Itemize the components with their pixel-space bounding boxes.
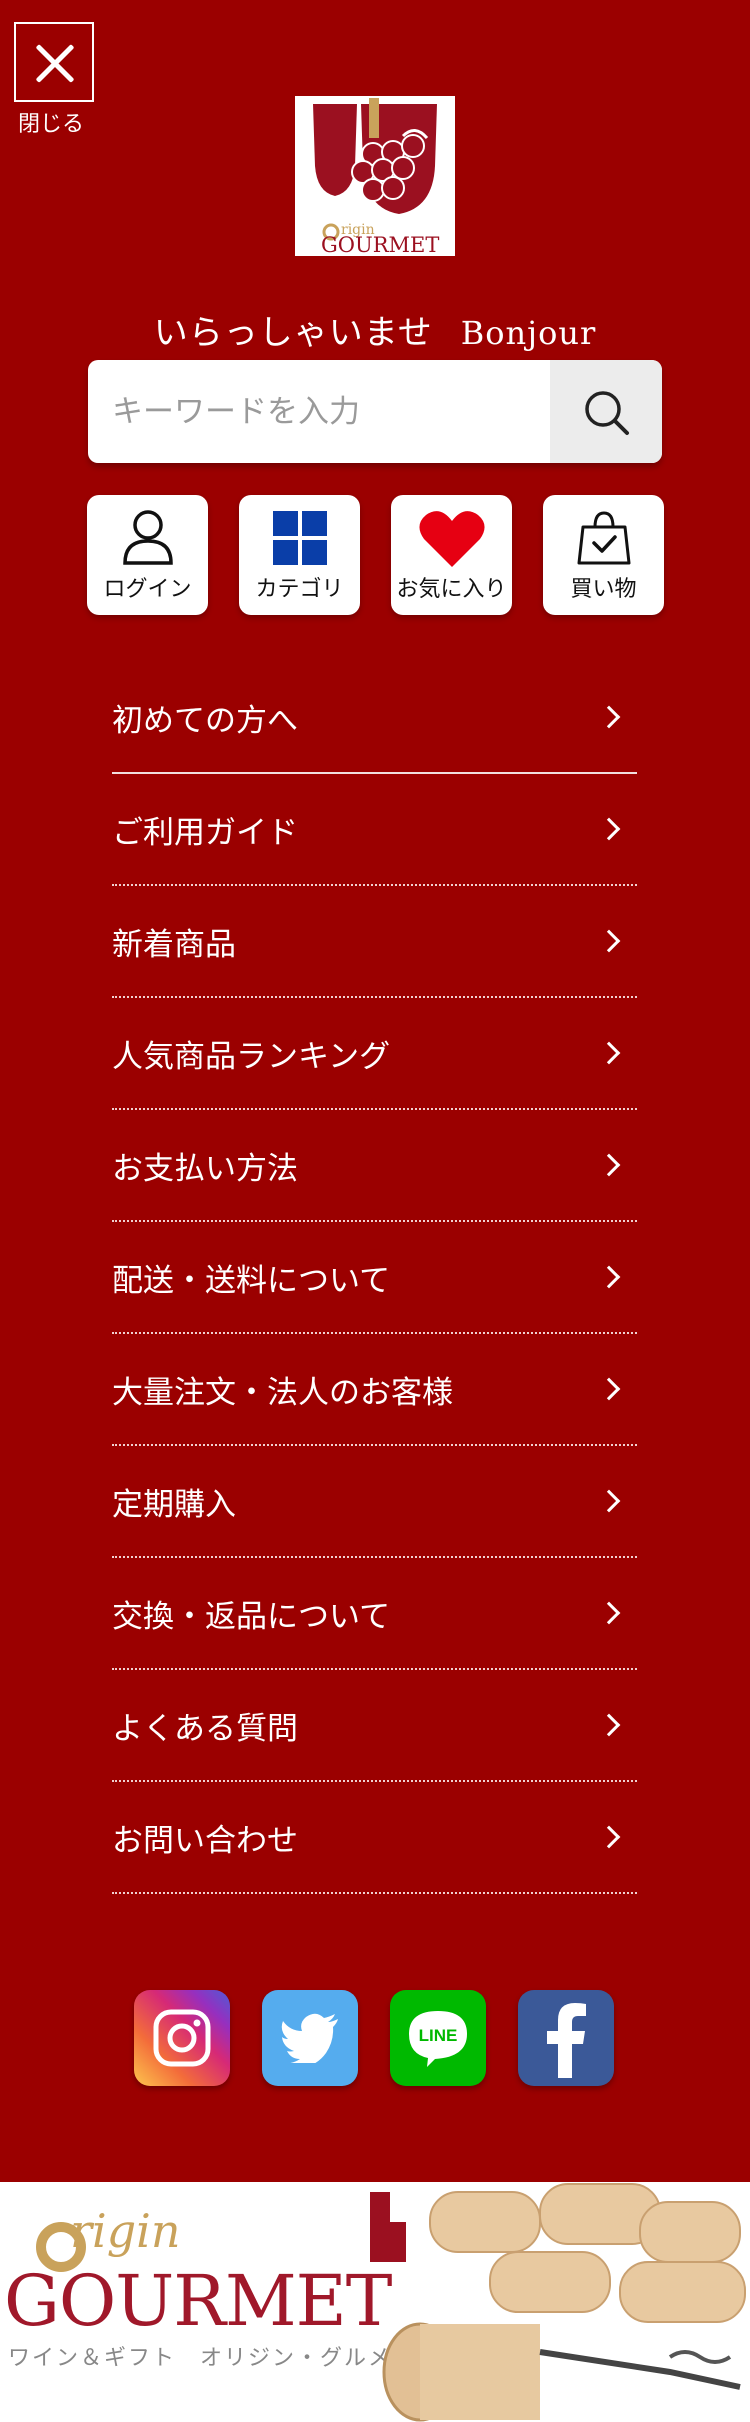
line-link[interactable]: LINE xyxy=(390,1990,486,2086)
menu-item-first-time[interactable]: 初めての方へ xyxy=(112,662,637,774)
menu-item-label: 配送・送料について xyxy=(112,1262,391,1299)
twitter-icon xyxy=(280,2013,338,2063)
menu-item-label: ご利用ガイド xyxy=(112,814,298,851)
search-icon xyxy=(585,390,629,435)
person-icon xyxy=(122,510,173,565)
menu-item-label: 初めての方へ xyxy=(112,702,298,739)
chevron-right-icon xyxy=(597,1713,621,1737)
close-label: 閉じる xyxy=(18,112,85,137)
login-label: ログイン xyxy=(103,577,192,602)
menu-item-guide[interactable]: ご利用ガイド xyxy=(112,774,637,886)
menu-item-new-products[interactable]: 新着商品 xyxy=(112,886,637,998)
svg-text:LINE: LINE xyxy=(419,2026,458,2045)
menu-item-bulk-order[interactable]: 大量注文・法人のお客様 xyxy=(112,1334,637,1446)
menu-item-ranking[interactable]: 人気商品ランキング xyxy=(112,998,637,1110)
close-button[interactable] xyxy=(14,22,94,102)
chevron-right-icon xyxy=(597,1153,621,1177)
welcome-jp: いらっしゃいませ xyxy=(153,313,433,353)
grid-icon xyxy=(272,511,327,565)
menu-item-contact[interactable]: お問い合わせ xyxy=(112,1782,637,1894)
menu-item-label: 定期購入 xyxy=(112,1486,236,1523)
facebook-icon xyxy=(547,2003,586,2078)
welcome-fr: Bonjour xyxy=(460,314,597,352)
facebook-link[interactable] xyxy=(518,1990,614,2086)
shopping-bag-icon xyxy=(577,511,630,565)
chevron-right-icon xyxy=(597,705,621,729)
brand-banner[interactable]: rigin GOURMET ワイン＆ギフト オリジン・グルメ xyxy=(0,2182,750,2422)
chevron-right-icon xyxy=(597,1489,621,1513)
svg-text:GOURMET: GOURMET xyxy=(321,233,439,256)
chevron-right-icon xyxy=(597,1601,621,1625)
search-button[interactable] xyxy=(550,360,662,463)
menu-item-label: 人気商品ランキング xyxy=(112,1038,391,1075)
menu-item-shipping[interactable]: 配送・送料について xyxy=(112,1222,637,1334)
line-icon: LINE xyxy=(409,2011,467,2067)
menu-item-subscription[interactable]: 定期購入 xyxy=(112,1446,637,1558)
search-input[interactable] xyxy=(88,360,550,463)
chevron-right-icon xyxy=(597,1825,621,1849)
wine-glass-logo-icon: rigin GOURMET xyxy=(313,98,439,256)
menu-item-label: 新着商品 xyxy=(112,926,236,963)
chevron-right-icon xyxy=(597,1265,621,1289)
chevron-right-icon xyxy=(597,1041,621,1065)
menu-item-label: よくある質問 xyxy=(112,1710,298,1747)
category-label: カテゴリ xyxy=(255,577,344,602)
menu-item-label: お支払い方法 xyxy=(112,1150,298,1187)
site-logo[interactable]: rigin GOURMET xyxy=(295,96,455,256)
menu-item-label: 交換・返品について xyxy=(112,1598,391,1635)
search-bar xyxy=(88,360,662,463)
banner-script: rigin xyxy=(70,2204,181,2258)
chevron-right-icon xyxy=(597,929,621,953)
category-button[interactable]: カテゴリ xyxy=(239,495,360,615)
wine-corks-image xyxy=(370,2183,746,2422)
instagram-icon xyxy=(153,2009,211,2067)
instagram-link[interactable] xyxy=(134,1990,230,2086)
favorites-button[interactable]: お気に入り xyxy=(391,495,512,615)
menu-item-faq[interactable]: よくある質問 xyxy=(112,1670,637,1782)
menu-item-returns[interactable]: 交換・返品について xyxy=(112,1558,637,1670)
nav-menu: 初めての方へ ご利用ガイド 新着商品 人気商品ランキング お支払い方法 配送・送… xyxy=(112,662,637,1894)
heart-icon xyxy=(418,511,485,567)
login-button[interactable]: ログイン xyxy=(87,495,208,615)
banner-tagline: ワイン＆ギフト オリジン・グルメ xyxy=(8,2346,393,2371)
cart-label: 買い物 xyxy=(570,577,637,602)
menu-item-payment[interactable]: お支払い方法 xyxy=(112,1110,637,1222)
favorites-label: お気に入り xyxy=(396,577,507,602)
cart-button[interactable]: 買い物 xyxy=(543,495,664,615)
welcome-text: いらっしゃいませ Bonjour xyxy=(0,305,750,354)
twitter-link[interactable] xyxy=(262,1990,358,2086)
chevron-right-icon xyxy=(597,1377,621,1401)
chevron-right-icon xyxy=(597,817,621,841)
banner-brand: GOURMET xyxy=(4,2260,392,2342)
menu-item-label: お問い合わせ xyxy=(112,1822,298,1859)
menu-item-label: 大量注文・法人のお客様 xyxy=(112,1374,453,1411)
